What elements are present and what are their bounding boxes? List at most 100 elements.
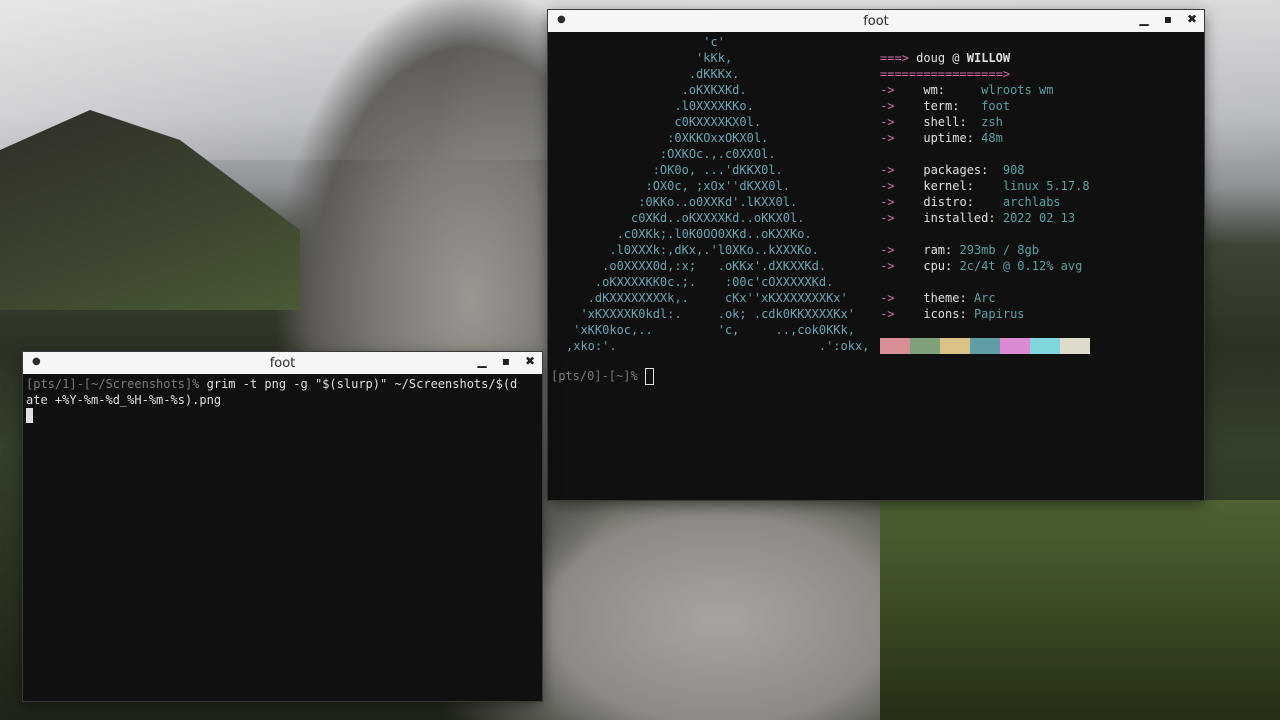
fetch-info-row: -> uptime: 48m [880, 130, 1003, 146]
info-value: linux 5.17.8 [1002, 179, 1090, 193]
info-value: 293mb / 8gb [959, 243, 1039, 257]
info-value: 2022 02 13 [1002, 211, 1076, 225]
palette-swatch [880, 338, 910, 354]
close-icon[interactable]: ✖ [1186, 12, 1198, 26]
fetch-info-row: -> theme: Arc [880, 290, 996, 306]
info-key: distro: [923, 195, 974, 209]
info-key: packages: [923, 163, 989, 177]
palette-swatch [940, 338, 970, 354]
window-title: foot [863, 13, 889, 29]
logo-line: .dKKKx. [566, 67, 740, 81]
info-arrow: -> [880, 115, 895, 129]
info-value: wlroots wm [981, 83, 1054, 97]
info-key: theme: [923, 291, 967, 305]
info-arrow: -> [880, 259, 895, 273]
command-text-1: grim -t png -g "$(slurp)" ~/Screenshots/… [199, 377, 518, 391]
window-titlebar[interactable]: ● foot ▁ ▪ ✖ [548, 10, 1204, 32]
info-value: Papirus [973, 307, 1025, 321]
minimize-icon[interactable]: ▁ [1138, 12, 1150, 26]
fetch-info-row: -> distro: archlabs [880, 194, 1061, 210]
logo-line: .oKXXXXKK0c.;. :00c'cOXXXXXKd. [566, 275, 834, 289]
palette-swatch [1060, 338, 1090, 354]
info-arrow: -> [880, 83, 895, 97]
info-key: wm: [923, 83, 946, 97]
shell-prompt: [pts/1]-[~/Screenshots]% [26, 377, 200, 391]
text-cursor [644, 368, 654, 385]
logo-line: .c0XKk;.l0K0OO0XKd..oKXXKo. [566, 227, 812, 241]
info-value: Arc [973, 291, 996, 305]
info-value: foot [981, 99, 1011, 113]
logo-line: :0XKKOxxOKX0l. [566, 131, 769, 145]
fetch-info-row: -> installed: 2022 02 13 [880, 210, 1075, 226]
fetch-header-underline: =================> [880, 67, 1011, 81]
logo-line: 'xKXXXXK0kdl:. .ok; .cdk0KKXXXXKx' [566, 307, 855, 321]
info-arrow: -> [880, 131, 895, 145]
text-cursor [26, 408, 33, 423]
logo-line: ,xko:'. .':okx, [566, 339, 870, 353]
fetch-info-row: -> ram: 293mb / 8gb [880, 242, 1039, 258]
window-title: foot [269, 355, 296, 371]
maximize-icon[interactable]: ▪ [1162, 12, 1174, 26]
terminal-body[interactable]: 'c' 'kKk, .dKKKx. .oKXKXKd. .l0XXXXKKo. … [548, 32, 1204, 500]
terminal-window-fetch[interactable]: ● foot ▁ ▪ ✖ 'c' 'kKk, .dKKKx. .oKXKXKd.… [548, 10, 1204, 500]
logo-line: .l0XXXk:,dKx,.'l0XKo..kXXXKo. [566, 243, 819, 257]
shell-prompt: [pts/0]-[~]% [551, 369, 638, 383]
logo-line: c0KXXXXKX0l. [566, 115, 762, 129]
command-text-2: ate +%Y-%m-%d_%H-%m-%s).png [26, 393, 222, 407]
info-value: zsh [981, 115, 1003, 129]
info-arrow: -> [880, 307, 895, 321]
color-palette [880, 338, 1090, 354]
logo-line: .o0XXXX0d,:x; .oKKx'.dXKXXKd. [566, 259, 827, 273]
logo-line: :0KKo..o0XXKd'.lKXX0l. [566, 195, 798, 209]
fetch-info-row: -> icons: Papirus [880, 306, 1025, 322]
fetch-info-row: -> wm: wlroots wm [880, 82, 1053, 98]
logo-line: :OX0c, ;xOx''dKXX0l. [566, 179, 790, 193]
logo-line: 'xKK0koc,.. 'c, ..,cok0KKk, [566, 323, 855, 337]
fetch-info-row: -> term: foot [880, 98, 1010, 114]
info-value: 2c/4t @ 0.12% avg [959, 259, 1083, 273]
shell-prompt-line[interactable]: [pts/0]-[~]% [551, 368, 654, 385]
logo-line: .dKXXXXXXXXk,. cKx''xKXXXXXXXKx' [566, 291, 848, 305]
info-value: archlabs [1002, 195, 1061, 209]
info-key: kernel: [923, 179, 974, 193]
palette-swatch [910, 338, 940, 354]
logo-line: :OXKOc.,.c0XX0l. [566, 147, 776, 161]
info-key: uptime: [923, 131, 974, 145]
fetch-info-row: -> cpu: 2c/4t @ 0.12% avg [880, 258, 1082, 274]
logo-line: .oKXKXKd. [566, 83, 747, 97]
minimize-icon[interactable]: ▁ [476, 354, 488, 368]
window-titlebar[interactable]: ● foot ▁ ▪ ✖ [23, 352, 542, 374]
window-menu-icon[interactable]: ● [557, 14, 566, 25]
logo-line: 'kKk, [566, 51, 733, 65]
terminal-body[interactable]: [pts/1]-[~/Screenshots]% grim -t png -g … [26, 376, 540, 696]
info-arrow: -> [880, 179, 895, 193]
palette-swatch [1030, 338, 1060, 354]
palette-swatch [970, 338, 1000, 354]
logo-line: :OK0o, ...'dKKX0l. [566, 163, 783, 177]
info-arrow: -> [880, 195, 895, 209]
fetch-info-row: -> kernel: linux 5.17.8 [880, 178, 1090, 194]
close-icon[interactable]: ✖ [524, 354, 536, 368]
info-arrow: -> [880, 99, 895, 113]
palette-swatch [1000, 338, 1030, 354]
info-value: 908 [1002, 163, 1025, 177]
window-menu-icon[interactable]: ● [32, 356, 41, 367]
command-line: [pts/1]-[~/Screenshots]% grim -t png -g … [26, 376, 540, 392]
logo-line: .l0XXXXKKo. [566, 99, 754, 113]
info-key: installed: [923, 211, 996, 225]
fetch-info-row: -> packages: 908 [880, 162, 1025, 178]
fetch-info-row: -> shell: zsh [880, 114, 1003, 130]
info-arrow: -> [880, 243, 895, 257]
info-key: ram: [923, 243, 953, 257]
info-value: 48m [981, 131, 1003, 145]
info-key: shell: [923, 115, 967, 129]
terminal-window-screenshot[interactable]: ● foot ▁ ▪ ✖ [pts/1]-[~/Screenshots]% gr… [23, 352, 542, 701]
maximize-icon[interactable]: ▪ [500, 354, 512, 368]
info-arrow: -> [880, 163, 895, 177]
info-arrow: -> [880, 291, 895, 305]
fetch-user-header: ===> doug @ WILLOW [880, 51, 1011, 65]
info-arrow: -> [880, 211, 895, 225]
wallpaper-grass [880, 500, 1280, 720]
info-key: icons: [923, 307, 967, 321]
info-key: cpu: [923, 259, 953, 273]
